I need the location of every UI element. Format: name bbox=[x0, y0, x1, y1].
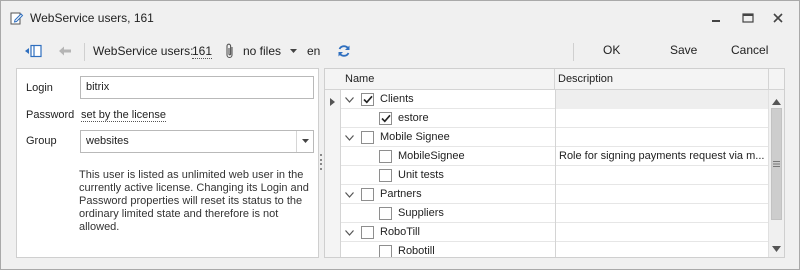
column-divider bbox=[768, 69, 769, 90]
row-checkbox[interactable] bbox=[379, 112, 392, 125]
row-checkbox[interactable] bbox=[379, 207, 392, 220]
row-name: Mobile Signee bbox=[380, 131, 450, 143]
group-value: websites bbox=[86, 135, 129, 147]
title-bar: WebService users, 161 bbox=[1, 1, 799, 35]
close-button[interactable] bbox=[770, 10, 786, 26]
row-indicator[interactable] bbox=[325, 147, 341, 166]
scrollbar-thumb[interactable] bbox=[771, 108, 782, 220]
roles-grid: Name Description Clients estore Mobile Sig… bbox=[324, 68, 785, 258]
expand-chevron-icon[interactable] bbox=[345, 190, 354, 199]
table-row[interactable]: Suppliers bbox=[325, 204, 768, 223]
record-id[interactable]: 161 bbox=[192, 44, 213, 59]
row-checkbox[interactable] bbox=[379, 150, 392, 163]
password-link-text[interactable]: set by the license bbox=[81, 109, 166, 122]
table-row[interactable]: RoboTill bbox=[325, 223, 768, 242]
table-row[interactable]: Clients bbox=[325, 90, 768, 109]
row-description: Role for signing payments request via m.… bbox=[555, 147, 768, 166]
row-checkbox[interactable] bbox=[361, 188, 374, 201]
row-description bbox=[555, 90, 768, 109]
row-indicator[interactable] bbox=[325, 185, 341, 204]
row-description bbox=[555, 166, 768, 185]
save-button[interactable]: Save bbox=[670, 43, 697, 57]
license-info-text: This user is listed as unlimited web use… bbox=[79, 169, 309, 233]
toolbar-separator bbox=[84, 43, 85, 61]
record-id-link[interactable]: 161 bbox=[192, 35, 213, 67]
dialog-window: WebService users, 161 WebService users: … bbox=[0, 0, 800, 270]
row-name: Clients bbox=[380, 93, 414, 105]
group-select[interactable]: websites bbox=[80, 130, 314, 153]
row-description bbox=[555, 223, 768, 242]
row-indicator[interactable] bbox=[325, 128, 341, 147]
row-name: Suppliers bbox=[398, 207, 444, 219]
properties-panel: Login bitrix Password set by the license… bbox=[16, 68, 319, 258]
edit-document-icon bbox=[10, 11, 24, 25]
row-description bbox=[555, 204, 768, 223]
maximize-button[interactable] bbox=[740, 10, 756, 26]
column-header-name[interactable]: Name bbox=[342, 69, 377, 90]
ok-button[interactable]: OK bbox=[603, 43, 620, 57]
row-indicator[interactable] bbox=[325, 223, 341, 242]
toggle-panel-icon[interactable] bbox=[24, 35, 42, 67]
files-label[interactable]: no files bbox=[243, 44, 281, 58]
row-name: Partners bbox=[380, 188, 422, 200]
table-row[interactable]: Mobile Signee bbox=[325, 128, 768, 147]
vertical-scrollbar[interactable] bbox=[768, 90, 784, 257]
panel-splitter[interactable] bbox=[320, 154, 323, 170]
row-indicator[interactable] bbox=[325, 204, 341, 223]
row-description bbox=[555, 128, 768, 147]
table-row[interactable]: estore bbox=[325, 109, 768, 128]
current-row-pointer-icon bbox=[330, 95, 335, 109]
row-checkbox[interactable] bbox=[361, 93, 374, 106]
row-name: Robotill bbox=[398, 245, 435, 257]
chevron-down-icon bbox=[301, 139, 309, 143]
language-selector[interactable]: en bbox=[307, 35, 320, 67]
window-title: WebService users, 161 bbox=[30, 11, 154, 25]
scroll-down-icon[interactable] bbox=[772, 241, 781, 255]
group-dropdown-button[interactable] bbox=[296, 131, 313, 152]
row-checkbox[interactable] bbox=[379, 169, 392, 182]
column-header-description[interactable]: Description bbox=[555, 69, 616, 90]
row-checkbox[interactable] bbox=[361, 131, 374, 144]
password-link[interactable]: set by the license bbox=[81, 109, 166, 122]
row-name: MobileSignee bbox=[398, 150, 465, 162]
refresh-icon[interactable] bbox=[337, 35, 351, 67]
login-field[interactable]: bitrix bbox=[80, 76, 314, 99]
minimize-button[interactable] bbox=[708, 10, 724, 26]
row-indicator[interactable] bbox=[325, 90, 341, 109]
login-label: Login bbox=[26, 82, 53, 94]
expand-chevron-icon[interactable] bbox=[345, 95, 354, 104]
group-label: Group bbox=[26, 135, 57, 147]
table-row[interactable]: MobileSignee Role for signing payments re… bbox=[325, 147, 768, 166]
row-description bbox=[555, 185, 768, 204]
toolbar-separator bbox=[573, 43, 574, 61]
paperclip-icon[interactable] bbox=[225, 35, 235, 67]
back-arrow-icon[interactable] bbox=[58, 35, 72, 67]
row-description bbox=[555, 242, 768, 257]
table-row[interactable]: Robotill bbox=[325, 242, 768, 257]
table-row[interactable]: Unit tests bbox=[325, 166, 768, 185]
toolbar: WebService users: 161 no files en OK Sav… bbox=[1, 35, 799, 67]
row-checkbox[interactable] bbox=[361, 226, 374, 239]
cancel-button[interactable]: Cancel bbox=[731, 43, 768, 57]
chevron-down-icon bbox=[290, 48, 298, 53]
record-label: WebService users: bbox=[93, 44, 194, 58]
row-checkbox[interactable] bbox=[379, 245, 392, 257]
expand-chevron-icon[interactable] bbox=[345, 228, 354, 237]
expand-chevron-icon[interactable] bbox=[345, 133, 354, 142]
password-label: Password bbox=[26, 109, 75, 121]
row-indicator[interactable] bbox=[325, 109, 341, 128]
table-row[interactable]: Partners bbox=[325, 185, 768, 204]
files-dropdown[interactable]: no files bbox=[243, 35, 298, 67]
scroll-up-icon[interactable] bbox=[772, 94, 781, 108]
row-indicator[interactable] bbox=[325, 242, 341, 257]
row-indicator[interactable] bbox=[325, 166, 341, 185]
row-description bbox=[555, 109, 768, 128]
row-name: RoboTill bbox=[380, 226, 420, 238]
row-name: estore bbox=[398, 112, 429, 124]
row-name: Unit tests bbox=[398, 169, 444, 181]
grid-header: Name Description bbox=[325, 69, 784, 90]
